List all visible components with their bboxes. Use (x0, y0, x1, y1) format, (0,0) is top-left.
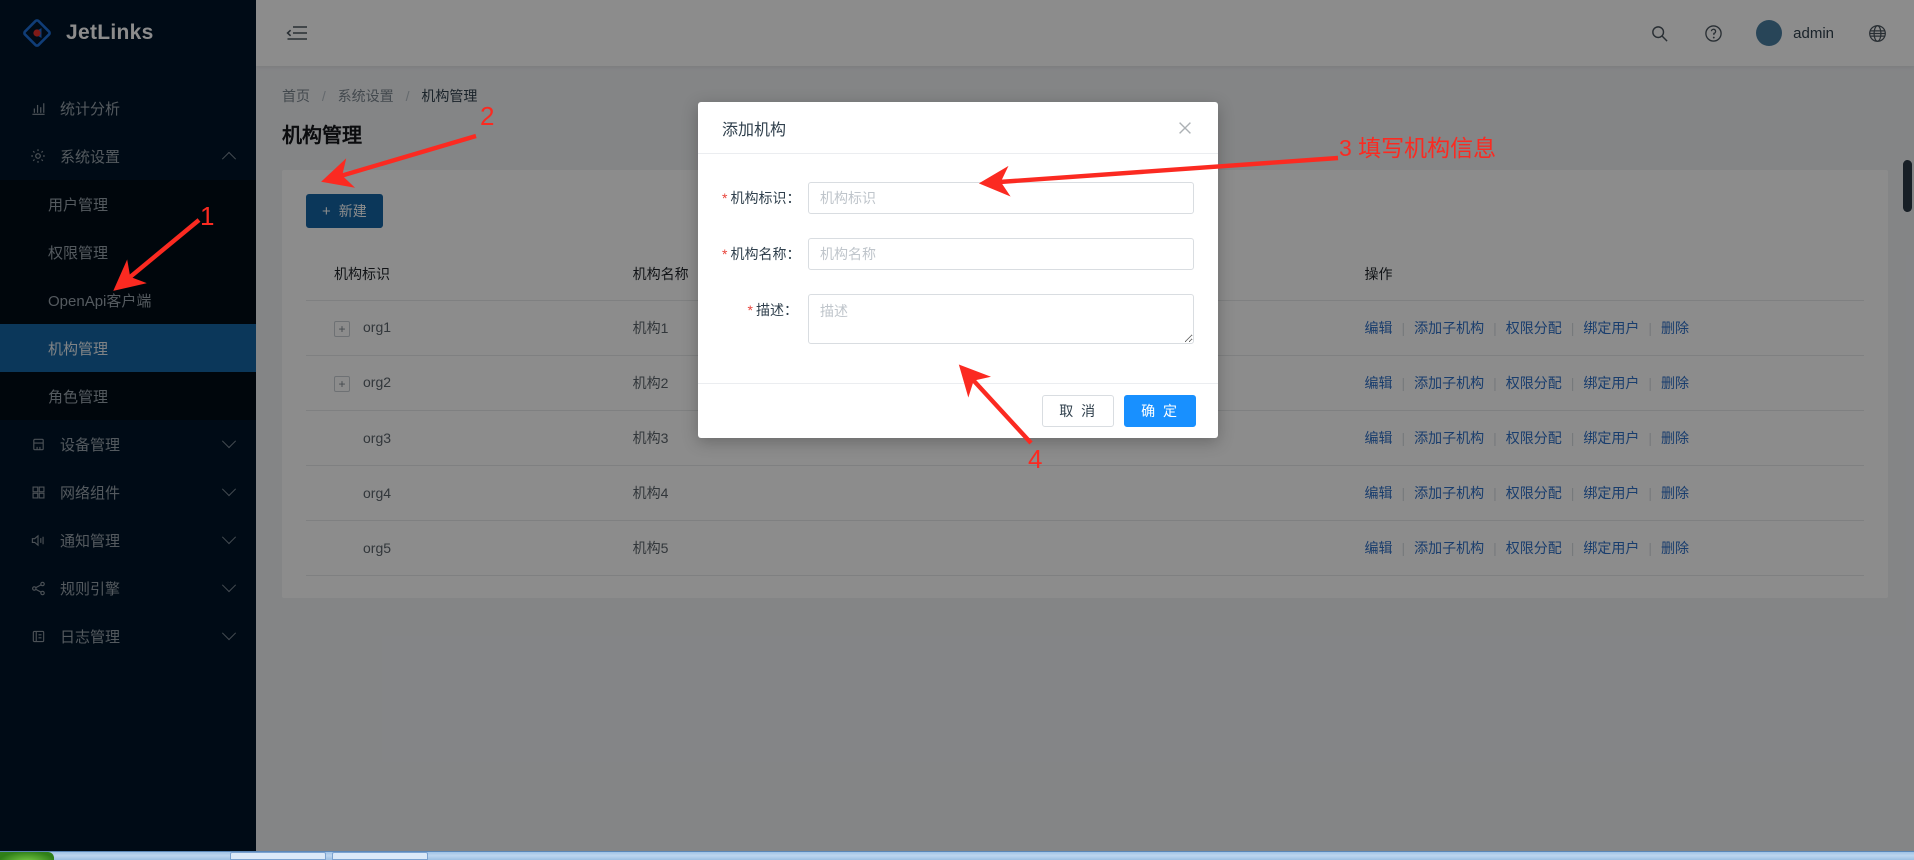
org-name-input[interactable] (808, 238, 1194, 270)
form-row-description: *描述： (722, 294, 1194, 349)
label-text: 机构标识： (730, 190, 800, 206)
description-textarea[interactable] (808, 294, 1194, 344)
modal-footer: 取 消 确 定 (698, 383, 1218, 438)
field-wrap-description (808, 294, 1194, 349)
modal-title: 添加机构 (722, 116, 786, 140)
label-text: 机构名称： (730, 246, 800, 262)
required-asterisk: * (722, 246, 727, 262)
label-description: *描述： (722, 294, 808, 326)
required-asterisk: * (748, 302, 753, 318)
required-asterisk: * (722, 190, 727, 206)
taskbar-window-item[interactable] (332, 852, 428, 860)
org-id-input[interactable] (808, 182, 1194, 214)
modal-header: 添加机构 (698, 102, 1218, 154)
field-wrap-org-id (808, 182, 1194, 214)
start-button[interactable] (0, 852, 54, 860)
app-screen: JetLinks 统计分析 系统设置 (0, 0, 1914, 860)
field-wrap-org-name (808, 238, 1194, 270)
label-text: 描述： (756, 302, 798, 318)
label-org-name: *机构名称： (722, 238, 808, 270)
confirm-button[interactable]: 确 定 (1124, 395, 1196, 427)
form-row-org-name: *机构名称： (722, 238, 1194, 270)
os-taskbar (0, 851, 1914, 860)
modal-body: *机构标识： *机构名称： *描述： (698, 154, 1218, 383)
close-icon[interactable] (1176, 119, 1194, 137)
add-org-modal: 添加机构 *机构标识： *机构名称： (698, 102, 1218, 438)
form-row-org-id: *机构标识： (722, 182, 1194, 214)
label-org-id: *机构标识： (722, 182, 808, 214)
taskbar-window-item[interactable] (230, 852, 326, 860)
cancel-button[interactable]: 取 消 (1042, 395, 1114, 427)
